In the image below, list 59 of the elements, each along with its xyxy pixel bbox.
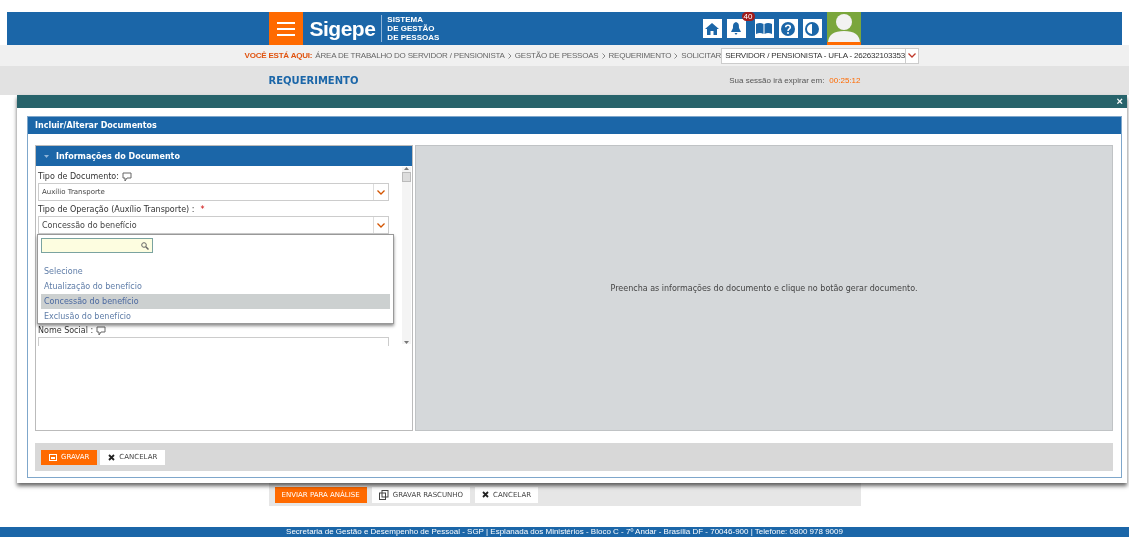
session-label: Sua sessão irá expirar em: (729, 76, 825, 85)
text-field[interactable] (38, 337, 389, 346)
page-title: REQUERIMENTO (268, 75, 359, 86)
close-button[interactable]: × (1112, 96, 1127, 107)
scrollbar[interactable] (402, 167, 411, 344)
section-header[interactable]: Informações do Documento (36, 146, 412, 166)
save-icon (49, 453, 57, 461)
required-mark: * (200, 205, 205, 214)
home-icon (705, 22, 719, 35)
comment-icon[interactable] (96, 325, 107, 336)
notifications-button[interactable] (726, 19, 746, 38)
close-icon (108, 453, 116, 461)
home-button[interactable] (702, 19, 722, 38)
select-field[interactable]: Concessão do benefício (38, 216, 389, 234)
breadcrumb-label: VOCÊ ESTÁ AQUI: (244, 51, 313, 60)
collapse-icon (44, 154, 49, 158)
scroll-down-icon (404, 341, 409, 344)
dropdown-option[interactable]: Concessão do benefício (41, 294, 390, 309)
field-label: Tipo de Documento: (38, 172, 119, 181)
manual-button[interactable] (754, 19, 774, 38)
book-icon (756, 23, 772, 34)
question-icon (781, 21, 795, 36)
search-field[interactable] (41, 238, 153, 253)
contrast-icon (805, 21, 819, 36)
scrollbar-thumb[interactable] (402, 172, 411, 182)
footer-text: Secretaria de Gestão e Desempenho de Pessoal - SGP | Esplanada dos Ministérios - Bloco C - 7º Andar - Brasília DF - 70046-900 | Telefone: 0800 978 9009 (286, 527, 843, 537)
caret-icon (377, 222, 385, 228)
dropdown-option[interactable]: Atualização do benefício (41, 279, 390, 294)
contrast-button[interactable] (802, 19, 822, 38)
field-label: Tipo de Operação (Auxílio Transporte) : (38, 205, 195, 214)
copy-icon (378, 489, 389, 500)
breadcrumb-link[interactable]: REQUERIMENTO (608, 51, 672, 60)
caret-icon (908, 53, 917, 58)
dropdown-option[interactable]: Exclusão do benefício (41, 309, 390, 324)
dropdown-option[interactable]: Selecione (41, 264, 390, 279)
chevron-icon (601, 52, 606, 59)
logo-subtitle: SISTEMA DE GESTÃO DE PESSOAS (381, 15, 440, 42)
session-timer: 00:25:12 (829, 76, 861, 85)
caret-icon (377, 189, 385, 195)
breadcrumb-link[interactable]: SOLICITAR (681, 51, 722, 60)
notification-badge: 40 (741, 12, 755, 21)
comment-icon[interactable] (121, 171, 132, 182)
menu-icon (276, 21, 295, 36)
help-button[interactable] (778, 19, 798, 38)
breadcrumb-link[interactable]: GESTÃO DE PESSOAS (514, 51, 599, 60)
bell-icon (730, 22, 742, 35)
chevron-icon (674, 52, 679, 59)
menu-button[interactable] (268, 12, 303, 45)
field-label: Nome Social : (38, 326, 94, 335)
preview-message: Preencha as informações do documento e clique no botão gerar documento. (610, 283, 918, 293)
breadcrumb-link[interactable]: ÁREA DE TRABALHO DO SERVIDOR / PENSIONISTA (315, 51, 505, 60)
search-icon (141, 241, 149, 250)
user-avatar[interactable] (826, 12, 861, 45)
dialog-title: Incluir/Alterar Documentos (28, 117, 1121, 134)
logo[interactable]: Sigepe (309, 16, 376, 41)
close-icon (482, 491, 490, 498)
chevron-icon (507, 52, 512, 59)
person-icon (826, 12, 861, 42)
profile-select[interactable]: SERVIDOR / PENSIONISTA - UFLA - 262632103353 (721, 47, 920, 64)
